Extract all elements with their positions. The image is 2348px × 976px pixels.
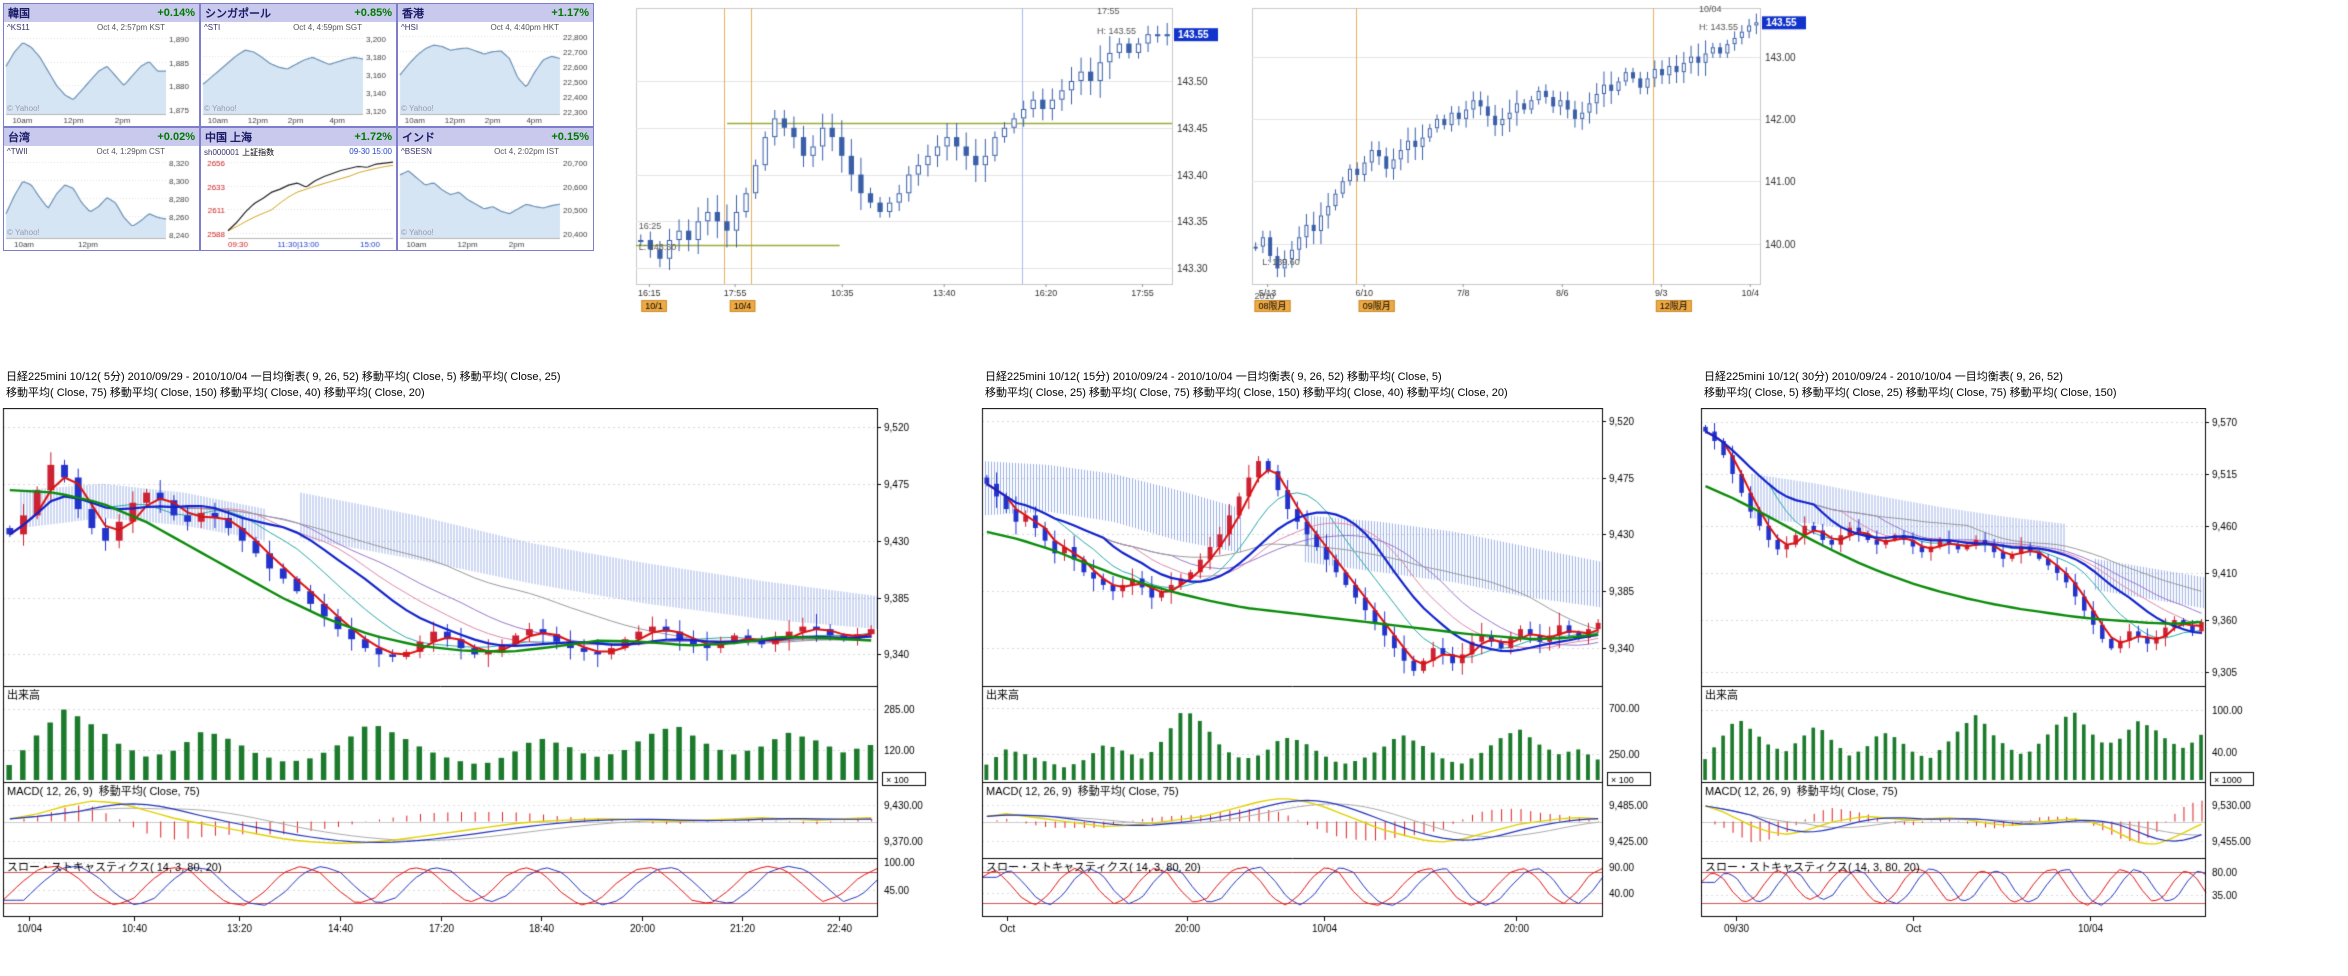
intraday-candle-panel bbox=[630, 2, 1222, 318]
quote-tile-hongkong[interactable]: 香港 +1.17% ^HSI Oct 4, 4:40pm HKT © Yahoo… bbox=[397, 3, 594, 127]
quote-tile-india[interactable]: インド +0.15% ^BSESN Oct 4, 2:02pm IST © Ya… bbox=[397, 127, 594, 251]
quote-tile-taiwan[interactable]: 台湾 +0.02% ^TWII Oct 4, 1:29pm CST © Yaho… bbox=[3, 127, 200, 251]
daily-candle-panel bbox=[1246, 2, 1810, 318]
quote-tile-header: 中国 上海 +1.72% bbox=[201, 128, 396, 146]
shanghai-mini-chart-canvas bbox=[201, 146, 396, 250]
quote-timestamp: Oct 4, 4:59pm SGT bbox=[293, 23, 362, 32]
ticker-symbol: ^STI bbox=[204, 23, 220, 32]
market-name: 香港 bbox=[402, 5, 424, 21]
quote-timestamp: Oct 4, 4:40pm HKT bbox=[491, 23, 559, 32]
yahoo-watermark: © Yahoo! bbox=[401, 104, 434, 113]
ticker-symbol: sh000001上証指数 bbox=[204, 147, 274, 158]
quote-timestamp: Oct 4, 2:02pm IST bbox=[494, 147, 559, 156]
nikkei-5min-chart-canvas bbox=[2, 408, 934, 935]
ticker-symbol: ^HSI bbox=[401, 23, 418, 32]
quote-timestamp: 09-30 15:00 bbox=[349, 147, 392, 156]
quote-tile-singapore[interactable]: シンガポール +0.85% ^STI Oct 4, 4:59pm SGT © Y… bbox=[200, 3, 397, 127]
yahoo-watermark: © Yahoo! bbox=[204, 104, 237, 113]
chart-title-line1: 日経225mini 10/12( 15分) 2010/09/24 - 2010/… bbox=[985, 370, 1659, 386]
quote-tile-china-shanghai[interactable]: 中国 上海 +1.72% sh000001上証指数 09-30 15:00 bbox=[200, 127, 397, 251]
asia-quotes-grid: 韓国 +0.14% ^KS11 Oct 4, 2:57pm KST © Yaho… bbox=[3, 3, 594, 251]
market-name: 中国 上海 bbox=[205, 129, 252, 145]
market-name: インド bbox=[402, 129, 435, 145]
market-change: +1.72% bbox=[354, 131, 392, 143]
quote-tile-body: sh000001上証指数 09-30 15:00 bbox=[201, 146, 396, 250]
market-change: +0.02% bbox=[157, 131, 195, 143]
market-change: +0.15% bbox=[551, 131, 589, 143]
quote-tile-body: ^STI Oct 4, 4:59pm SGT © Yahoo! bbox=[201, 22, 396, 126]
ticker-symbol: ^BSESN bbox=[401, 147, 432, 156]
index-name: 上証指数 bbox=[242, 148, 274, 157]
quote-timestamp: Oct 4, 1:29pm CST bbox=[97, 147, 165, 156]
market-change: +0.14% bbox=[157, 7, 195, 19]
quote-tile-body: ^KS11 Oct 4, 2:57pm KST © Yahoo! bbox=[4, 22, 199, 126]
quote-timestamp: Oct 4, 2:57pm KST bbox=[97, 23, 165, 32]
chart-title: 日経225mini 10/12( 30分) 2010/09/24 - 2010/… bbox=[1700, 368, 2262, 408]
nikkei-5min-panel: 日経225mini 10/12( 5分) 2010/09/29 - 2010/1… bbox=[2, 368, 934, 935]
market-name: 韓国 bbox=[8, 5, 30, 21]
yahoo-watermark: © Yahoo! bbox=[7, 104, 40, 113]
nikkei-15min-chart-canvas bbox=[981, 408, 1659, 935]
chart-title-line2: 移動平均( Close, 5) 移動平均( Close, 25) 移動平均( C… bbox=[1704, 386, 2262, 402]
quote-tile-header: 台湾 +0.02% bbox=[4, 128, 199, 146]
nikkei-30min-panel: 日経225mini 10/12( 30分) 2010/09/24 - 2010/… bbox=[1700, 368, 2262, 935]
market-change: +1.17% bbox=[551, 7, 589, 19]
quote-tile-body: ^BSESN Oct 4, 2:02pm IST © Yahoo! bbox=[398, 146, 593, 250]
quote-tile-header: 香港 +1.17% bbox=[398, 4, 593, 22]
yahoo-watermark: © Yahoo! bbox=[401, 228, 434, 237]
nikkei-15min-panel: 日経225mini 10/12( 15分) 2010/09/24 - 2010/… bbox=[981, 368, 1659, 935]
daily-candle-chart-canvas bbox=[1246, 2, 1810, 318]
quote-tile-korea[interactable]: 韓国 +0.14% ^KS11 Oct 4, 2:57pm KST © Yaho… bbox=[3, 3, 200, 127]
chart-title: 日経225mini 10/12( 15分) 2010/09/24 - 2010/… bbox=[981, 368, 1659, 408]
quote-tile-body: ^TWII Oct 4, 1:29pm CST © Yahoo! bbox=[4, 146, 199, 250]
chart-title-line2: 移動平均( Close, 25) 移動平均( Close, 75) 移動平均( … bbox=[985, 386, 1659, 402]
nikkei-30min-chart-canvas bbox=[1700, 408, 2262, 935]
ticker-symbol: ^KS11 bbox=[7, 23, 30, 32]
ticker-symbol: ^TWII bbox=[7, 147, 28, 156]
quote-tile-header: シンガポール +0.85% bbox=[201, 4, 396, 22]
trading-dashboard: 韓国 +0.14% ^KS11 Oct 4, 2:57pm KST © Yaho… bbox=[0, 0, 2348, 976]
chart-title: 日経225mini 10/12( 5分) 2010/09/29 - 2010/1… bbox=[2, 368, 934, 408]
chart-title-line2: 移動平均( Close, 75) 移動平均( Close, 150) 移動平均(… bbox=[6, 386, 934, 402]
market-name: 台湾 bbox=[8, 129, 30, 145]
chart-title-line1: 日経225mini 10/12( 30分) 2010/09/24 - 2010/… bbox=[1704, 370, 2262, 386]
intraday-candle-chart-canvas bbox=[630, 2, 1222, 318]
quote-tile-body: ^HSI Oct 4, 4:40pm HKT © Yahoo! bbox=[398, 22, 593, 126]
market-name: シンガポール bbox=[205, 5, 271, 21]
chart-title-line1: 日経225mini 10/12( 5分) 2010/09/29 - 2010/1… bbox=[6, 370, 934, 386]
market-change: +0.85% bbox=[354, 7, 392, 19]
quote-tile-header: 韓国 +0.14% bbox=[4, 4, 199, 22]
quote-tile-header: インド +0.15% bbox=[398, 128, 593, 146]
yahoo-watermark: © Yahoo! bbox=[7, 228, 40, 237]
